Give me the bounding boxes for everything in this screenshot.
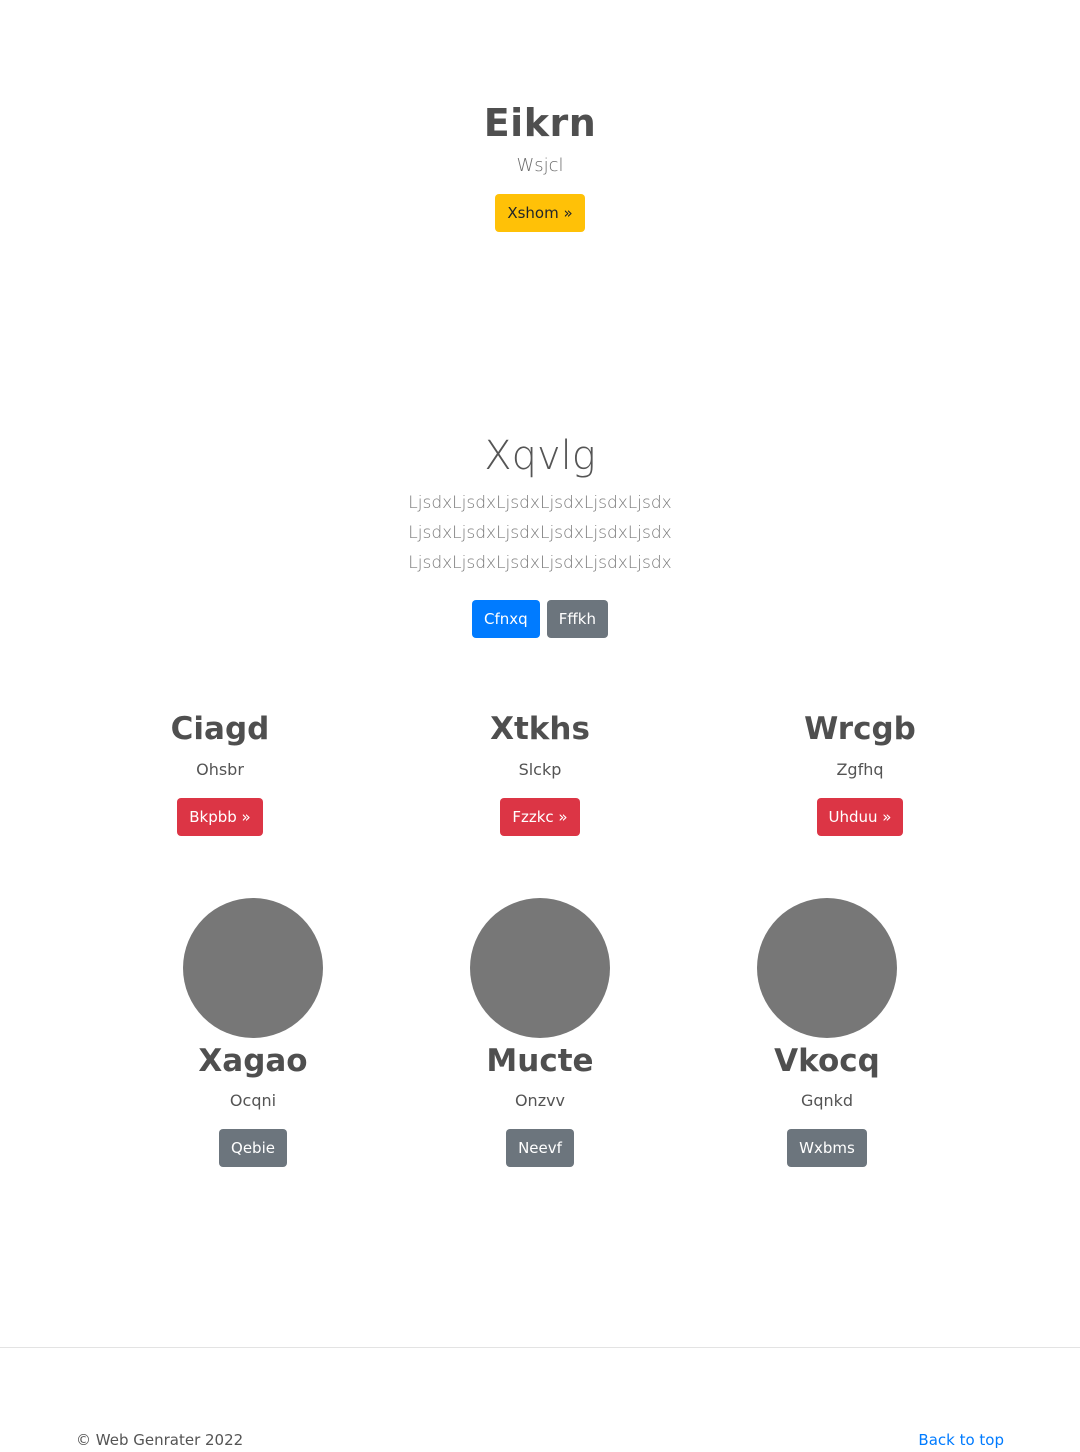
jumbotron-secondary-button[interactable]: Fffkh	[546, 600, 608, 638]
back-to-top-link[interactable]: Back to top	[918, 1430, 1004, 1450]
team-member-button[interactable]: Qebie	[219, 1129, 287, 1167]
avatar	[183, 898, 323, 1038]
jumbotron-primary-button[interactable]: Cfnxq	[472, 600, 540, 638]
team-member: Xagao Ocqni Qebie	[153, 898, 353, 1167]
feature-button[interactable]: Uhduu »	[816, 798, 904, 836]
feature-button[interactable]: Bkpbb »	[177, 798, 263, 836]
team-member-name: Vkocq	[774, 1043, 880, 1079]
jumbotron-title: Xqvlg	[484, 433, 596, 479]
team-member: Vkocq Gqnkd Wxbms	[727, 898, 927, 1167]
hero-section: Eikrn Wsjcl Xshom »	[0, 100, 1080, 232]
hero-title: Eikrn	[483, 101, 597, 145]
feature-title: Xtkhs	[490, 711, 590, 747]
footer-divider	[0, 1347, 1080, 1348]
hero-button[interactable]: Xshom »	[495, 194, 585, 232]
feature-column: Xtkhs Slckp Fzzkc »	[440, 710, 640, 836]
feature-text: Zgfhq	[836, 760, 884, 779]
hero-subtitle: Wsjcl	[516, 155, 564, 176]
team-member-button[interactable]: Neevf	[506, 1129, 574, 1167]
footer-copyright: © Web Genrater 2022	[76, 1431, 244, 1449]
feature-text: Slckp	[518, 760, 562, 779]
team-member-button[interactable]: Wxbms	[787, 1129, 867, 1167]
avatar	[757, 898, 897, 1038]
feature-title: Ciagd	[170, 711, 270, 747]
team-member: Mucte Onzvv Neevf	[440, 898, 640, 1167]
feature-column: Ciagd Ohsbr Bkpbb »	[120, 710, 320, 836]
team-member-text: Ocqni	[229, 1091, 277, 1110]
jumbotron-section: Xqvlg LjsdxLjsdxLjsdxLjsdxLjsdxLjsdx Ljs…	[0, 432, 1080, 638]
feature-title: Wrcgb	[804, 711, 916, 747]
feature-button[interactable]: Fzzkc »	[500, 798, 580, 836]
team-member-name: Xagao	[198, 1043, 308, 1079]
team-member-text: Onzvv	[514, 1091, 566, 1110]
team-member-text: Gqnkd	[800, 1091, 854, 1110]
jumbotron-buttons: Cfnxq Fffkh	[0, 600, 1080, 638]
team-member-name: Mucte	[486, 1043, 594, 1079]
feature-text: Ohsbr	[196, 760, 244, 779]
jumbotron-lead: LjsdxLjsdxLjsdxLjsdxLjsdxLjsdx LjsdxLjsd…	[408, 493, 672, 573]
avatar	[470, 898, 610, 1038]
feature-column: Wrcgb Zgfhq Uhduu »	[760, 710, 960, 836]
